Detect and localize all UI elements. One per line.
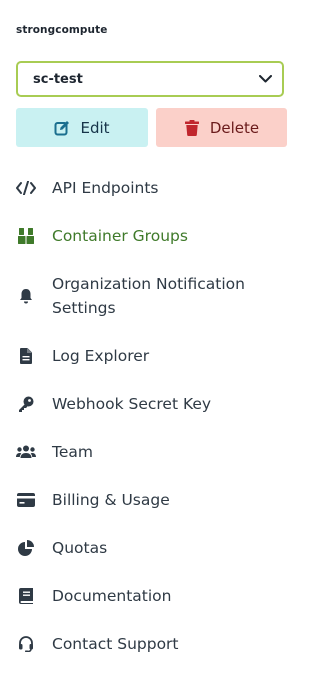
key-icon <box>14 392 38 416</box>
delete-button-label: Delete <box>209 118 260 137</box>
nav-label: Quotas <box>52 539 108 557</box>
nav-item-log-explorer[interactable]: Log Explorer <box>14 344 294 368</box>
delete-button[interactable]: Delete <box>156 108 287 147</box>
boxes-icon <box>14 224 38 248</box>
document-icon <box>14 344 38 368</box>
nav-label: Contact Support <box>52 635 179 653</box>
book-icon <box>14 584 38 608</box>
headset-icon <box>14 632 38 656</box>
credit-card-icon <box>14 488 38 512</box>
nav-label: Log Explorer <box>52 347 150 365</box>
edit-icon <box>54 120 70 136</box>
project-select-value: sc-test <box>33 71 83 87</box>
edit-button-label: Edit <box>80 118 110 137</box>
nav-item-organization-notification-settings[interactable]: Organization Notification Settings <box>14 272 294 320</box>
code-icon <box>14 176 38 200</box>
nav-item-team[interactable]: Team <box>14 440 294 464</box>
nav-item-api-endpoints[interactable]: API Endpoints <box>14 176 294 200</box>
bell-icon <box>14 284 38 308</box>
edit-button[interactable]: Edit <box>16 108 148 147</box>
chevron-down-icon <box>258 72 272 86</box>
org-name: strongcompute <box>16 24 108 36</box>
trash-icon <box>184 119 200 136</box>
nav-item-billing-usage[interactable]: Billing & Usage <box>14 488 294 512</box>
project-select[interactable]: sc-test <box>16 61 284 97</box>
nav-label: Container Groups <box>52 227 188 245</box>
nav-item-container-groups[interactable]: Container Groups <box>14 224 294 248</box>
nav-label: API Endpoints <box>52 179 159 197</box>
nav-label: Webhook Secret Key <box>52 395 212 413</box>
nav-item-documentation[interactable]: Documentation <box>14 584 294 608</box>
users-icon <box>14 440 38 464</box>
nav-item-contact-support[interactable]: Contact Support <box>14 632 294 656</box>
nav-label: Team <box>52 443 93 461</box>
nav-item-quotas[interactable]: Quotas <box>14 536 294 560</box>
nav-label: Documentation <box>52 587 172 605</box>
nav-item-webhook-secret-key[interactable]: Webhook Secret Key <box>14 392 294 416</box>
pie-chart-icon <box>14 536 38 560</box>
nav-label: Organization Notification Settings <box>52 275 245 317</box>
nav-label: Billing & Usage <box>52 491 170 509</box>
